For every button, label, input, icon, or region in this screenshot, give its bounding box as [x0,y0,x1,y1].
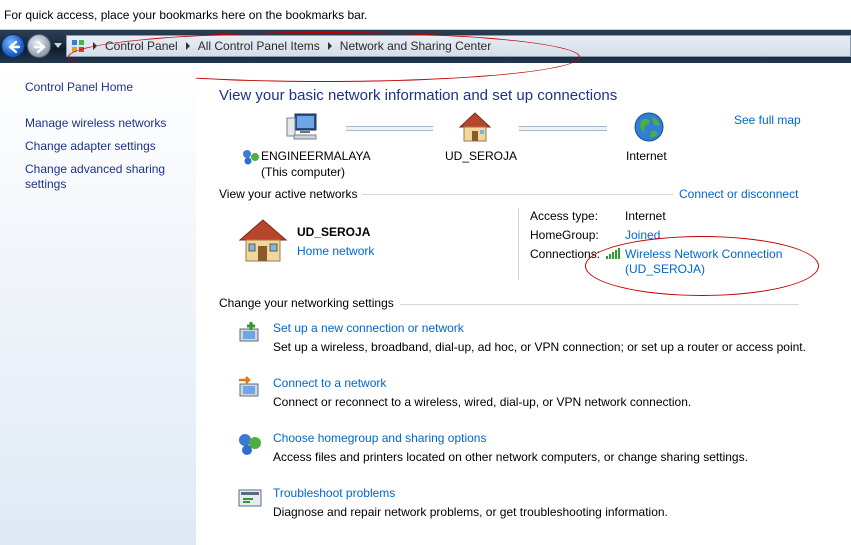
breadcrumb-separator[interactable] [93,42,97,50]
troubleshoot-desc: Diagnose and repair network problems, or… [273,505,668,519]
computer-name: ENGINEERMALAYA [261,149,371,163]
control-panel-icon [72,40,84,52]
breadcrumb-separator[interactable] [327,42,332,50]
network-connection-icon [243,150,259,165]
connect-or-disconnect-link[interactable]: Connect or disconnect [679,187,798,201]
sidebar-item-advanced-sharing[interactable]: Change advanced sharing settings [25,162,185,192]
troubleshoot-icon [238,489,262,507]
sidebar: Control Panel Home Manage wireless netwo… [0,63,196,545]
forward-button[interactable] [27,34,51,58]
map-internet-label: Internet [626,149,667,163]
homegroup-icon [239,434,261,455]
homegroup-label: HomeGroup: [530,228,599,242]
map-link-computer-network [346,126,433,131]
home-network-icon [458,112,492,142]
back-arrow-icon [8,40,21,54]
sidebar-item-control-panel-home[interactable]: Control Panel Home [25,80,133,95]
connections-label: Connections: [530,247,601,261]
connect-network-desc: Connect or reconnect to a wireless, wire… [273,395,692,409]
active-network-name: UD_SEROJA [297,225,371,239]
access-type-value: Internet [625,209,666,223]
homegroup-joined-link[interactable]: Joined [625,228,660,242]
wireless-signal-icon [606,248,620,259]
sidebar-item-change-adapter[interactable]: Change adapter settings [25,139,156,154]
homegroup-sharing-desc: Access files and printers located on oth… [273,450,748,464]
navigation-bar: Control Panel All Control Panel Items Ne… [0,30,851,63]
wireless-connection-ssid[interactable]: (UD_SEROJA) [625,262,782,277]
bookmarks-bar: For quick access, place your bookmarks h… [0,0,851,30]
setup-connection-link[interactable]: Set up a new connection or network [273,321,464,335]
map-network-name: UD_SEROJA [445,149,518,163]
home-network-large-icon [238,219,288,262]
address-bar[interactable]: Control Panel All Control Panel Items Ne… [66,35,851,57]
breadcrumb-all-items[interactable]: All Control Panel Items [198,39,320,53]
network-type-link[interactable]: Home network [297,244,374,258]
page-title: View your basic network information and … [219,87,618,104]
section-divider [400,304,799,305]
internet-globe-icon [634,112,664,142]
computer-icon [286,113,317,140]
breadcrumb-separator[interactable] [185,42,190,50]
change-settings-heading: Change your networking settings [219,296,394,310]
setup-connection-icon [239,322,259,342]
bookmarks-bar-text: For quick access, place your bookmarks h… [4,8,368,22]
forward-arrow-icon [33,40,46,54]
map-link-network-internet [519,126,607,131]
wireless-connection-name[interactable]: Wireless Network Connection [625,247,782,262]
recent-pages-dropdown[interactable] [54,43,62,48]
see-full-map-link[interactable]: See full map [734,113,801,127]
homegroup-sharing-link[interactable]: Choose homegroup and sharing options [273,431,486,445]
vertical-divider [518,208,519,280]
troubleshoot-link[interactable]: Troubleshoot problems [273,486,395,500]
breadcrumb-network-sharing[interactable]: Network and Sharing Center [340,39,491,53]
sidebar-item-manage-wireless[interactable]: Manage wireless networks [25,116,166,131]
wireless-connection-link[interactable]: Wireless Network Connection (UD_SEROJA) [625,247,782,277]
setup-connection-desc: Set up a wireless, broadband, dial-up, a… [273,340,806,354]
active-networks-heading: View your active networks [219,187,358,201]
computer-subtitle: (This computer) [261,165,346,179]
access-type-label: Access type: [530,209,599,223]
breadcrumb-control-panel[interactable]: Control Panel [105,39,178,53]
back-button[interactable] [1,34,25,58]
connect-network-icon [239,376,259,397]
connect-network-link[interactable]: Connect to a network [273,376,386,390]
section-divider [362,194,673,195]
